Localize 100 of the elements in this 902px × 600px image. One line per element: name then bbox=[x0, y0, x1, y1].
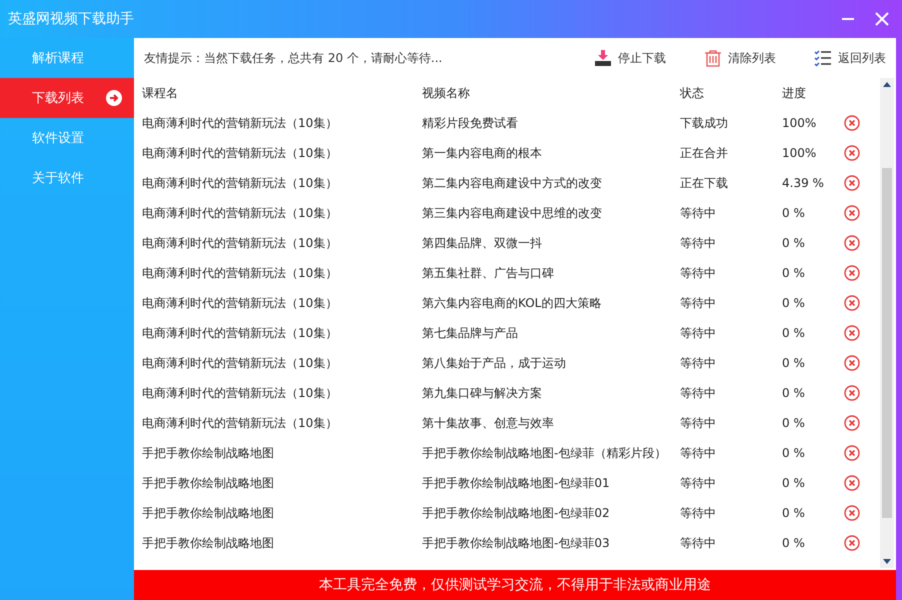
scroll-up-icon[interactable] bbox=[882, 80, 892, 88]
table-cell-text: 正在合并 bbox=[679, 144, 729, 162]
column-header: 状态 bbox=[679, 84, 705, 102]
window-title: 英盛网视频下载助手 bbox=[8, 10, 135, 28]
table-cell-text: 100% bbox=[781, 146, 818, 160]
table-cell-text: 电商薄利时代的营销新玩法（10集） bbox=[141, 204, 338, 222]
delete-icon bbox=[844, 235, 860, 251]
table-cell-text: 手把手教你绘制战略地图 bbox=[141, 444, 275, 462]
trash-icon bbox=[704, 49, 722, 67]
delete-icon bbox=[844, 385, 860, 401]
delete-button[interactable] bbox=[844, 475, 860, 491]
table-cell-text: 等待中 bbox=[679, 384, 717, 402]
minimize-icon bbox=[842, 18, 854, 20]
delete-icon bbox=[844, 505, 860, 521]
delete-button[interactable] bbox=[844, 385, 860, 401]
delete-button[interactable] bbox=[844, 325, 860, 341]
table-cell-text: 第九集口碑与解决方案 bbox=[421, 384, 543, 402]
table-cell-text: 电商薄利时代的营销新玩法（10集） bbox=[141, 144, 338, 162]
table-cell-text: 电商薄利时代的营销新玩法（10集） bbox=[141, 354, 338, 372]
table-cell-text: 手把手教你绘制战略地图-包绿菲03 bbox=[421, 534, 611, 552]
table-cell-text: 第六集内容电商的KOL的四大策略 bbox=[421, 294, 602, 312]
column-header: 进度 bbox=[781, 84, 807, 102]
table-cell-text: 0 % bbox=[781, 536, 806, 550]
delete-button[interactable] bbox=[844, 265, 860, 281]
table-cell-text: 第八集始于产品，成于运动 bbox=[421, 354, 567, 372]
delete-button[interactable] bbox=[844, 115, 860, 131]
delete-button[interactable] bbox=[844, 175, 860, 191]
sidebar-item[interactable]: 关于软件 bbox=[0, 158, 134, 198]
table-cell-text: 第四集品牌、双微一抖 bbox=[421, 234, 543, 252]
table-cell-text: 0 % bbox=[781, 446, 806, 460]
delete-button[interactable] bbox=[844, 535, 860, 551]
table-cell-text: 0 % bbox=[781, 206, 806, 220]
table-cell-text: 等待中 bbox=[679, 504, 717, 522]
delete-button[interactable] bbox=[844, 355, 860, 371]
delete-button[interactable] bbox=[844, 295, 860, 311]
table-cell-text: 第二集内容电商建设中方式的改变 bbox=[421, 174, 603, 192]
table-cell-text: 等待中 bbox=[679, 324, 717, 342]
table-cell-text: 等待中 bbox=[679, 294, 717, 312]
scroll-down-icon[interactable] bbox=[882, 558, 892, 566]
delete-icon bbox=[844, 415, 860, 431]
table-cell-text: 电商薄利时代的营销新玩法（10集） bbox=[141, 114, 338, 132]
delete-icon bbox=[844, 265, 860, 281]
delete-icon bbox=[844, 295, 860, 311]
table-cell-text: 电商薄利时代的营销新玩法（10集） bbox=[141, 384, 338, 402]
table-cell-text: 0 % bbox=[781, 506, 806, 520]
table-cell-text: 手把手教你绘制战略地图 bbox=[141, 534, 275, 552]
delete-icon bbox=[844, 175, 860, 191]
column-header: 视频名称 bbox=[421, 84, 471, 102]
delete-button[interactable] bbox=[844, 415, 860, 431]
delete-icon bbox=[844, 205, 860, 221]
table-cell-text: 手把手教你绘制战略地图 bbox=[141, 474, 275, 492]
sidebar-item[interactable]: 下载列表 bbox=[0, 78, 134, 118]
delete-button[interactable] bbox=[844, 145, 860, 161]
table-cell-text: 手把手教你绘制战略地图 bbox=[141, 504, 275, 522]
table-cell-text: 电商薄利时代的营销新玩法（10集） bbox=[141, 264, 338, 282]
download-icon bbox=[594, 49, 612, 67]
delete-button[interactable] bbox=[844, 205, 860, 221]
table-cell-text: 第七集品牌与产品 bbox=[421, 324, 519, 342]
table-cell-text: 电商薄利时代的营销新玩法（10集） bbox=[141, 294, 338, 312]
delete-button[interactable] bbox=[844, 505, 860, 521]
column-header: 课程名 bbox=[141, 84, 179, 102]
table-cell-text: 0 % bbox=[781, 296, 806, 310]
back-to-list-button[interactable]: 返回列表 bbox=[810, 47, 890, 69]
table-cell-text: 等待中 bbox=[679, 534, 717, 552]
table-cell-text: 第五集社群、广告与口碑 bbox=[421, 264, 555, 282]
table-cell-text: 电商薄利时代的营销新玩法（10集） bbox=[141, 414, 338, 432]
table-cell-text: 下载成功 bbox=[679, 114, 729, 132]
table-cell-text: 第一集内容电商的根本 bbox=[421, 144, 543, 162]
delete-icon bbox=[844, 355, 860, 371]
delete-icon bbox=[844, 145, 860, 161]
stop-download-button[interactable]: 停止下载 bbox=[590, 47, 670, 69]
delete-icon bbox=[844, 325, 860, 341]
disclaimer-banner: 本工具完全免费，仅供测试学习交流，不得用于非法或商业用途 bbox=[134, 570, 896, 600]
delete-icon bbox=[844, 445, 860, 461]
table-cell-text: 手把手教你绘制战略地图-包绿菲（精彩片段） bbox=[421, 444, 668, 462]
close-icon bbox=[874, 11, 890, 27]
table-cell-text: 第三集内容电商建设中思维的改变 bbox=[421, 204, 603, 222]
table-cell-text: 等待中 bbox=[679, 264, 717, 282]
scrollbar[interactable] bbox=[880, 78, 894, 568]
table-cell-text: 手把手教你绘制战略地图-包绿菲02 bbox=[421, 504, 611, 522]
table-cell-text: 电商薄利时代的营销新玩法（10集） bbox=[141, 324, 338, 342]
table-cell-text: 手把手教你绘制战略地图-包绿菲01 bbox=[421, 474, 611, 492]
delete-icon bbox=[844, 535, 860, 551]
table-cell-text: 第十集故事、创意与效率 bbox=[421, 414, 555, 432]
clear-list-button[interactable]: 清除列表 bbox=[700, 47, 780, 69]
table-cell-text: 等待中 bbox=[679, 234, 717, 252]
table-cell-text: 4.39 % bbox=[781, 176, 825, 190]
table-cell-text: 等待中 bbox=[679, 414, 717, 432]
sidebar-item[interactable]: 解析课程 bbox=[0, 38, 134, 78]
table-cell-text: 电商薄利时代的营销新玩法（10集） bbox=[141, 174, 338, 192]
table-cell-text: 0 % bbox=[781, 476, 806, 490]
table-cell-text: 0 % bbox=[781, 326, 806, 340]
hint-text: 友情提示：当然下载任务，总共有 20 个，请耐心等待... bbox=[144, 50, 444, 66]
table-cell-text: 0 % bbox=[781, 386, 806, 400]
sidebar-item[interactable]: 软件设置 bbox=[0, 118, 134, 158]
delete-icon bbox=[844, 115, 860, 131]
table-cell-text: 0 % bbox=[781, 266, 806, 280]
table-cell-text: 精彩片段免费试看 bbox=[421, 114, 519, 132]
delete-button[interactable] bbox=[844, 445, 860, 461]
delete-button[interactable] bbox=[844, 235, 860, 251]
